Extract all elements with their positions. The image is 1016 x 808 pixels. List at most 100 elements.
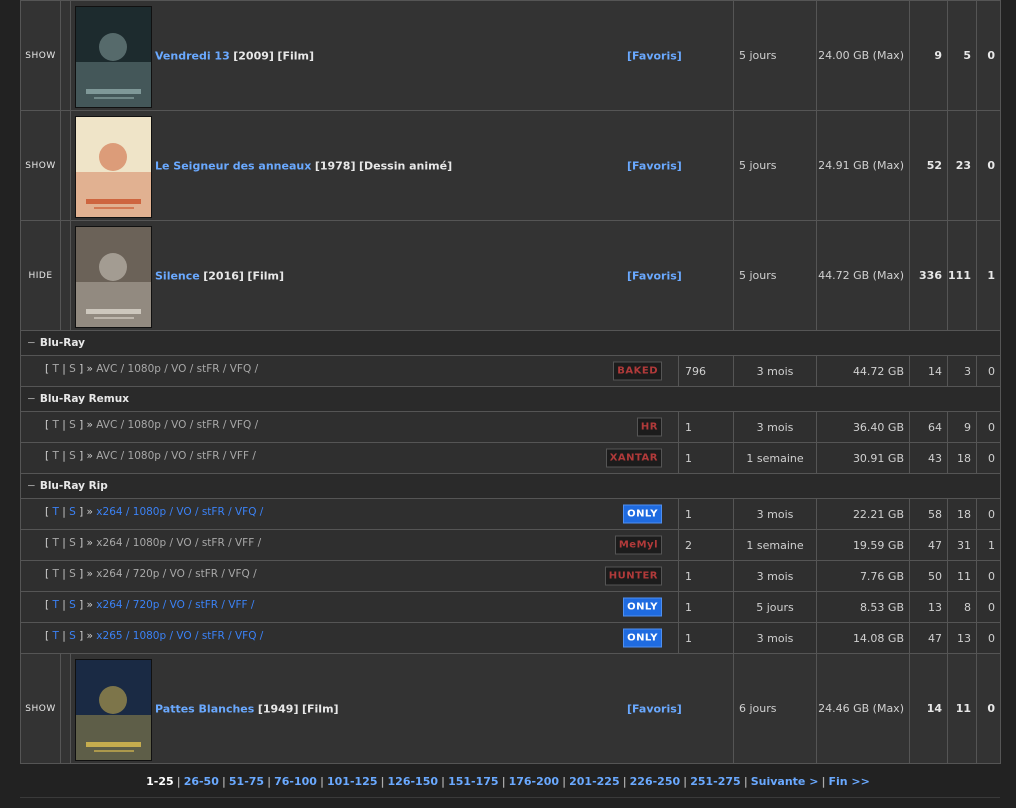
subtitle-link[interactable]: S [69,568,76,580]
release-description-cell: [ T | S ] » AVC / 1080p / VO / stFR / VF… [20,442,679,474]
subtitle-link[interactable]: S [69,419,76,431]
movie-type: [Film] [277,49,314,62]
subtitle-link[interactable]: S [69,599,76,611]
movie-title-link[interactable]: Le Seigneur des anneaux [155,159,311,172]
movie-title-line: Le Seigneur des anneaux [1978] [Dessin a… [155,159,452,172]
movie-poster[interactable] [75,116,152,218]
release-age: 1 semaine [733,442,817,474]
completed-count: 1 [976,220,1001,331]
toggle-releases-button[interactable]: HIDE [20,220,61,331]
release-specs[interactable]: AVC / 1080p / VO / stFR / VFF / [96,450,256,462]
subtitle-link[interactable]: S [69,537,76,549]
release-description-cell: [ T | S ] » AVC / 1080p / VO / stFR / VF… [20,411,679,443]
toggle-releases-button[interactable]: SHOW [20,0,61,111]
release-size: 8.53 GB [816,591,910,623]
seeders-count: 14 [909,653,948,764]
favorite-link[interactable]: [Favoris] [627,159,682,172]
page-link[interactable]: 76-100 [274,775,317,788]
last-page-link[interactable]: Fin >> [828,775,869,788]
completed-count: 0 [976,560,1001,592]
movie-title-line: Silence [2016] [Film] [155,269,284,282]
category-header[interactable]: − Blu-Ray Rip [20,473,1001,499]
release-count: 1 [678,560,734,592]
toggle-releases-button[interactable]: SHOW [20,653,61,764]
movie-year: [1978] [314,159,356,172]
leechers-count: 23 [947,110,977,221]
footer-divider [20,797,1000,798]
completed-count: 0 [976,591,1001,623]
movie-age: 5 jours [733,0,817,111]
subtitle-link[interactable]: S [69,363,76,375]
subtitle-link[interactable]: S [69,506,76,518]
leechers-count: 111 [947,220,977,331]
release-specs[interactable]: x264 / 1080p / VO / stFR / VFF / [96,537,261,549]
next-page-link[interactable]: Suivante > [751,775,819,788]
page-link[interactable]: 126-150 [388,775,439,788]
release-age: 3 mois [733,355,817,387]
page-link[interactable]: 51-75 [229,775,264,788]
subtitle-link[interactable]: S [69,450,76,462]
favorite-link[interactable]: [Favoris] [627,702,682,715]
release-description-cell: [ T | S ] » x265 / 1080p / VO / stFR / V… [20,622,679,654]
release-specs[interactable]: AVC / 1080p / VO / stFR / VFQ / [96,419,258,431]
row-spacer [60,653,71,764]
release-row: [ T | S ] » AVC / 1080p / VO / stFR / VF… [20,442,1001,474]
movie-title-link[interactable]: Silence [155,269,200,282]
page-link[interactable]: 101-125 [327,775,378,788]
completed-count: 0 [976,0,1001,111]
release-count: 1 [678,442,734,474]
movie-poster[interactable] [75,6,152,108]
movie-title-link[interactable]: Vendredi 13 [155,49,230,62]
movie-info: Pattes Blanches [1949] [Film] [Favoris] [70,653,734,764]
release-count: 1 [678,411,734,443]
category-header[interactable]: − Blu-Ray [20,330,1001,356]
release-row: [ T | S ] » x264 / 1080p / VO / stFR / V… [20,498,1001,530]
release-description-cell: [ T | S ] » x264 / 720p / VO / stFR / VF… [20,560,679,592]
release-specs[interactable]: x264 / 720p / VO / stFR / VFF / [96,599,254,611]
seeders-count: 52 [909,110,948,221]
release-group-badge: HR [636,417,662,437]
movie-poster[interactable] [75,659,152,761]
movie-size: 24.91 GB (Max) [816,110,910,221]
release-count: 1 [678,498,734,530]
release-age: 3 mois [733,622,817,654]
release-description: [ T | S ] » AVC / 1080p / VO / stFR / VF… [45,450,256,462]
movie-row: SHOW Pattes Blanches [1949] [Film] [Favo… [20,653,1001,764]
page-link[interactable]: 176-200 [509,775,560,788]
movie-title-link[interactable]: Pattes Blanches [155,702,254,715]
page-link[interactable]: 26-50 [184,775,219,788]
release-group-badge: XANTAR [605,448,662,468]
release-specs[interactable]: AVC / 1080p / VO / stFR / VFQ / [96,363,258,375]
category-header[interactable]: − Blu-Ray Remux [20,386,1001,412]
favorite-link[interactable]: [Favoris] [627,49,682,62]
collapse-icon: − [27,480,36,492]
movie-poster[interactable] [75,226,152,328]
leechers-count: 31 [947,529,977,561]
page-link[interactable]: 226-250 [630,775,681,788]
seeders-count: 336 [909,220,948,331]
release-specs[interactable]: x264 / 720p / VO / stFR / VFQ / [96,568,256,580]
seeders-count: 43 [909,442,948,474]
movie-info: Silence [2016] [Film] [Favoris] [70,220,734,331]
release-specs[interactable]: x264 / 1080p / VO / stFR / VFQ / [96,506,263,518]
release-count: 1 [678,622,734,654]
movie-size: 44.72 GB (Max) [816,220,910,331]
release-group-badge: ONLY [623,628,662,648]
movie-row: SHOW Le Seigneur des anneaux [1978] [Des… [20,110,1001,221]
row-spacer [60,110,71,221]
release-description-cell: [ T | S ] » x264 / 720p / VO / stFR / VF… [20,591,679,623]
page-link[interactable]: 201-225 [569,775,620,788]
page-link[interactable]: 151-175 [448,775,499,788]
favorite-link[interactable]: [Favoris] [627,269,682,282]
category-label: Blu-Ray [39,337,85,349]
torrent-table-wrapper: SHOW Vendredi 13 [2009] [Film] [Favoris]… [20,0,1001,764]
subtitle-link[interactable]: S [69,630,76,642]
toggle-releases-button[interactable]: SHOW [20,110,61,221]
page-link[interactable]: 251-275 [690,775,741,788]
completed-count: 1 [976,529,1001,561]
release-description: [ T | S ] » AVC / 1080p / VO / stFR / VF… [45,363,259,375]
release-specs[interactable]: x265 / 1080p / VO / stFR / VFQ / [96,630,263,642]
movie-year: [2016] [203,269,244,282]
pagination: 1-25 | 26-50 | 51-75 | 76-100 | 101-125 | 126-150 |… [146,775,870,788]
release-size: 44.72 GB [816,355,910,387]
